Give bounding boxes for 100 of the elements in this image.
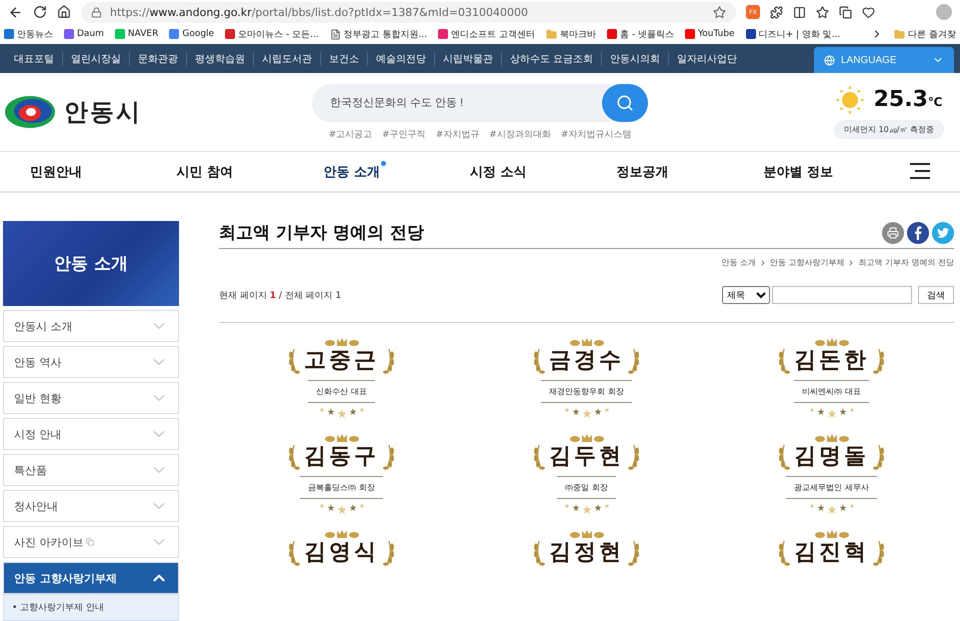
sidebar-item[interactable]: 일반 현황	[3, 382, 179, 414]
city-logo-icon[interactable]	[4, 94, 56, 130]
sidebar-item[interactable]: 안동 고향사랑기부제	[3, 562, 179, 594]
favorites-icon[interactable]	[816, 6, 829, 19]
crown-icon	[814, 337, 848, 347]
sidebar-item[interactable]: 안동시 소개	[3, 310, 179, 342]
board-search-field[interactable]	[772, 286, 912, 304]
top-link[interactable]: 문화관광	[130, 52, 187, 66]
new-window-icon	[86, 538, 94, 546]
search-icon	[616, 94, 634, 112]
page-title: 최고액 기부자 명예의 전당	[219, 222, 424, 244]
url-text: https://www.andong.go.kr/portal/bbs/list.do?ptIdx=1387&mId=0310040000	[110, 6, 528, 19]
bookmark-item[interactable]: NAVER	[114, 29, 158, 40]
donor-name: 고중근	[304, 348, 379, 374]
donor-title: 금복홀딩스㈜ 회장	[300, 476, 383, 499]
top-link[interactable]: 열린시장실	[63, 52, 130, 66]
sidebar-item[interactable]: 시정 안내	[3, 418, 179, 450]
hashtag-link[interactable]: #구인구직	[382, 128, 426, 141]
search-button[interactable]	[602, 84, 648, 122]
donor-title: 비씨엔씨㈜ 대표	[794, 380, 869, 403]
board-search-button[interactable]: 검색	[918, 286, 954, 304]
top-link[interactable]: 시립박물관	[435, 52, 502, 66]
laurel-icon	[381, 539, 395, 567]
bookmark-item[interactable]: 정부광고 통합지원...	[330, 28, 428, 41]
breadcrumb-link[interactable]: 안동 고향사랑기부제	[770, 257, 844, 268]
top-link[interactable]: 상하수도 요금조회	[502, 52, 602, 66]
sidebar-item[interactable]: 특산품	[3, 454, 179, 486]
folder-icon	[894, 28, 906, 40]
sidebar-item[interactable]: 안동 역사	[3, 346, 179, 378]
facebook-icon[interactable]	[907, 222, 929, 244]
nav-tab[interactable]: 시정 소식	[470, 163, 533, 182]
bookmark-item[interactable]: Google	[169, 29, 214, 40]
hashtag-link[interactable]: #자치법규시스템	[560, 128, 632, 141]
top-link[interactable]: 일자리사업단	[669, 52, 746, 66]
crown-icon	[814, 529, 848, 539]
favorite-icon[interactable]	[713, 6, 726, 19]
nav-tab[interactable]: 시민 참여	[176, 163, 240, 182]
menu-icon[interactable]	[910, 163, 930, 180]
breadcrumb-link[interactable]: 안동 소개	[721, 257, 756, 268]
hashtag-link[interactable]: #고시공고	[328, 128, 372, 141]
collections-icon[interactable]	[839, 6, 852, 19]
top-link[interactable]: 안동시의회	[602, 52, 670, 66]
health-icon[interactable]	[862, 6, 875, 19]
search-input[interactable]: 한국정신문화의 수도 안동 !	[312, 96, 602, 110]
stars-drawing	[318, 503, 366, 515]
laurel-icon	[533, 443, 547, 471]
nav-tab[interactable]: 안동 소개	[323, 163, 386, 182]
donor-name: 김동구	[304, 444, 379, 470]
bookmark-item[interactable]: YouTube	[684, 29, 735, 40]
home-icon[interactable]	[57, 5, 71, 20]
sidebar-item[interactable]: 사진 아카이브	[3, 526, 179, 558]
hashtag-link[interactable]: #시장과의대화	[489, 128, 551, 141]
top-link[interactable]: 보건소	[321, 52, 368, 66]
laurel-icon	[626, 443, 640, 471]
nav-tab[interactable]: 분야별 정보	[763, 163, 839, 182]
donor-title: 신화수산 대표	[308, 380, 375, 403]
back-icon[interactable]	[8, 4, 23, 20]
logo-text: 안동시	[64, 97, 142, 128]
top-link[interactable]: 평생학습원	[187, 52, 254, 66]
reload-icon[interactable]	[33, 5, 47, 20]
donor-name: 김진혁	[794, 540, 869, 566]
breadcrumb-link[interactable]: 최고액 기부자 명예의 전당	[858, 257, 954, 268]
search-type-select[interactable]: 제목	[722, 286, 770, 304]
donor-name: 금경수	[549, 348, 624, 374]
top-link[interactable]: 대표포털	[6, 52, 63, 66]
submenu-item[interactable]: • 고향사랑기부제 안내	[3, 594, 179, 621]
laurel-icon	[626, 539, 640, 567]
laurel-icon	[533, 347, 547, 375]
bookmark-item[interactable]: 북마크바	[546, 28, 596, 41]
search-field[interactable]: 한국정신문화의 수도 안동 !	[312, 84, 648, 122]
print-button[interactable]	[882, 222, 904, 244]
top-link[interactable]: 예술의전당	[368, 52, 435, 66]
laurel-icon	[288, 539, 302, 567]
donor-name: 김돈한	[794, 348, 869, 374]
hashtag-link[interactable]: #자치법규	[436, 128, 480, 141]
sidebar-item[interactable]: 청사안내	[3, 490, 179, 522]
bookmark-folder[interactable]: 다른 즐겨찾	[894, 28, 956, 41]
bookmark-item[interactable]: 엔디소프트 고객센터	[438, 28, 535, 41]
bookmark-item[interactable]: 디즈니+ | 영화 및...	[746, 28, 840, 41]
nav-tab[interactable]: 정보공개	[616, 163, 675, 182]
sidebar-title: 안동 소개	[3, 221, 179, 306]
active-dot	[380, 161, 386, 166]
folder-icon	[546, 28, 557, 40]
bookmark-item[interactable]: Daum	[64, 29, 104, 40]
stars-drawing	[562, 407, 610, 419]
nav-tab[interactable]: 민원안내	[30, 163, 88, 182]
laurel-icon	[871, 347, 885, 375]
laurel-icon	[778, 443, 792, 471]
page-info: 현재 페이지 1 / 전체 페이지 1	[219, 290, 342, 302]
extensions-icon[interactable]	[770, 6, 783, 19]
bookmark-item[interactable]: 홈 - 넷플릭스	[606, 28, 674, 41]
address-bar[interactable]: https://www.andong.go.kr/portal/bbs/list.do?ptIdx=1387&mId=0310040000	[81, 2, 736, 23]
bookmark-item[interactable]: 안동뉴스	[4, 28, 53, 41]
bookmark-item[interactable]: 오마이뉴스 - 모든...	[225, 28, 319, 41]
donor-name: 김두현	[549, 444, 624, 470]
stars-drawing	[808, 503, 856, 515]
stars-drawing	[562, 503, 610, 515]
top-link[interactable]: 시립도서관	[254, 52, 321, 66]
split-screen-icon[interactable]	[793, 6, 806, 19]
sun-icon	[836, 86, 864, 114]
